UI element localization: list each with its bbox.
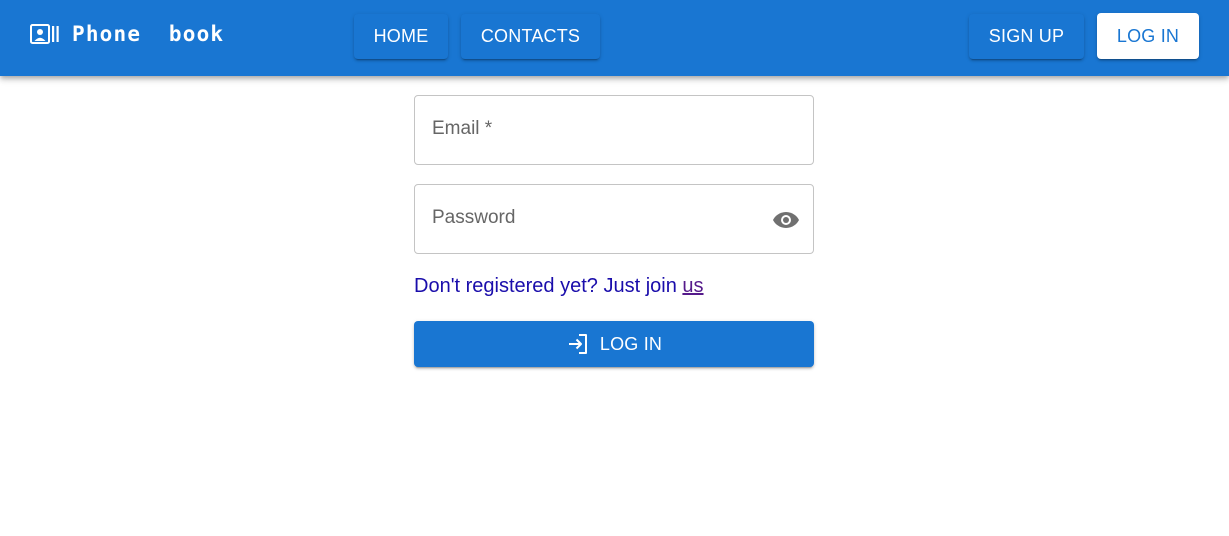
brand[interactable]: Phone book [30,19,224,49]
email-field[interactable]: Email * [414,95,814,165]
eye-icon[interactable] [771,208,801,232]
login-submit-button[interactable]: LOG IN [414,321,814,367]
login-submit-label: LOG IN [599,333,663,354]
nav-home-button[interactable]: HOME [354,14,448,59]
email-input[interactable] [415,96,813,164]
password-input[interactable] [415,185,813,253]
app-header: Phone book HOME CONTACTS SIGN UP LOG IN [0,0,1229,76]
nav-contacts-button[interactable]: CONTACTS [461,14,600,59]
signup-button[interactable]: SIGN UP [969,14,1084,59]
header-login-button[interactable]: LOG IN [1097,13,1199,59]
join-link[interactable]: us [682,275,703,297]
join-prompt: Don't registered yet? Just join us [414,275,704,298]
password-field[interactable]: Password [414,184,814,254]
login-arrow-icon [566,332,590,356]
brand-title: Phone book [72,22,225,46]
contact-card-icon [30,24,62,44]
join-text: Don't registered yet? Just join [414,275,683,297]
